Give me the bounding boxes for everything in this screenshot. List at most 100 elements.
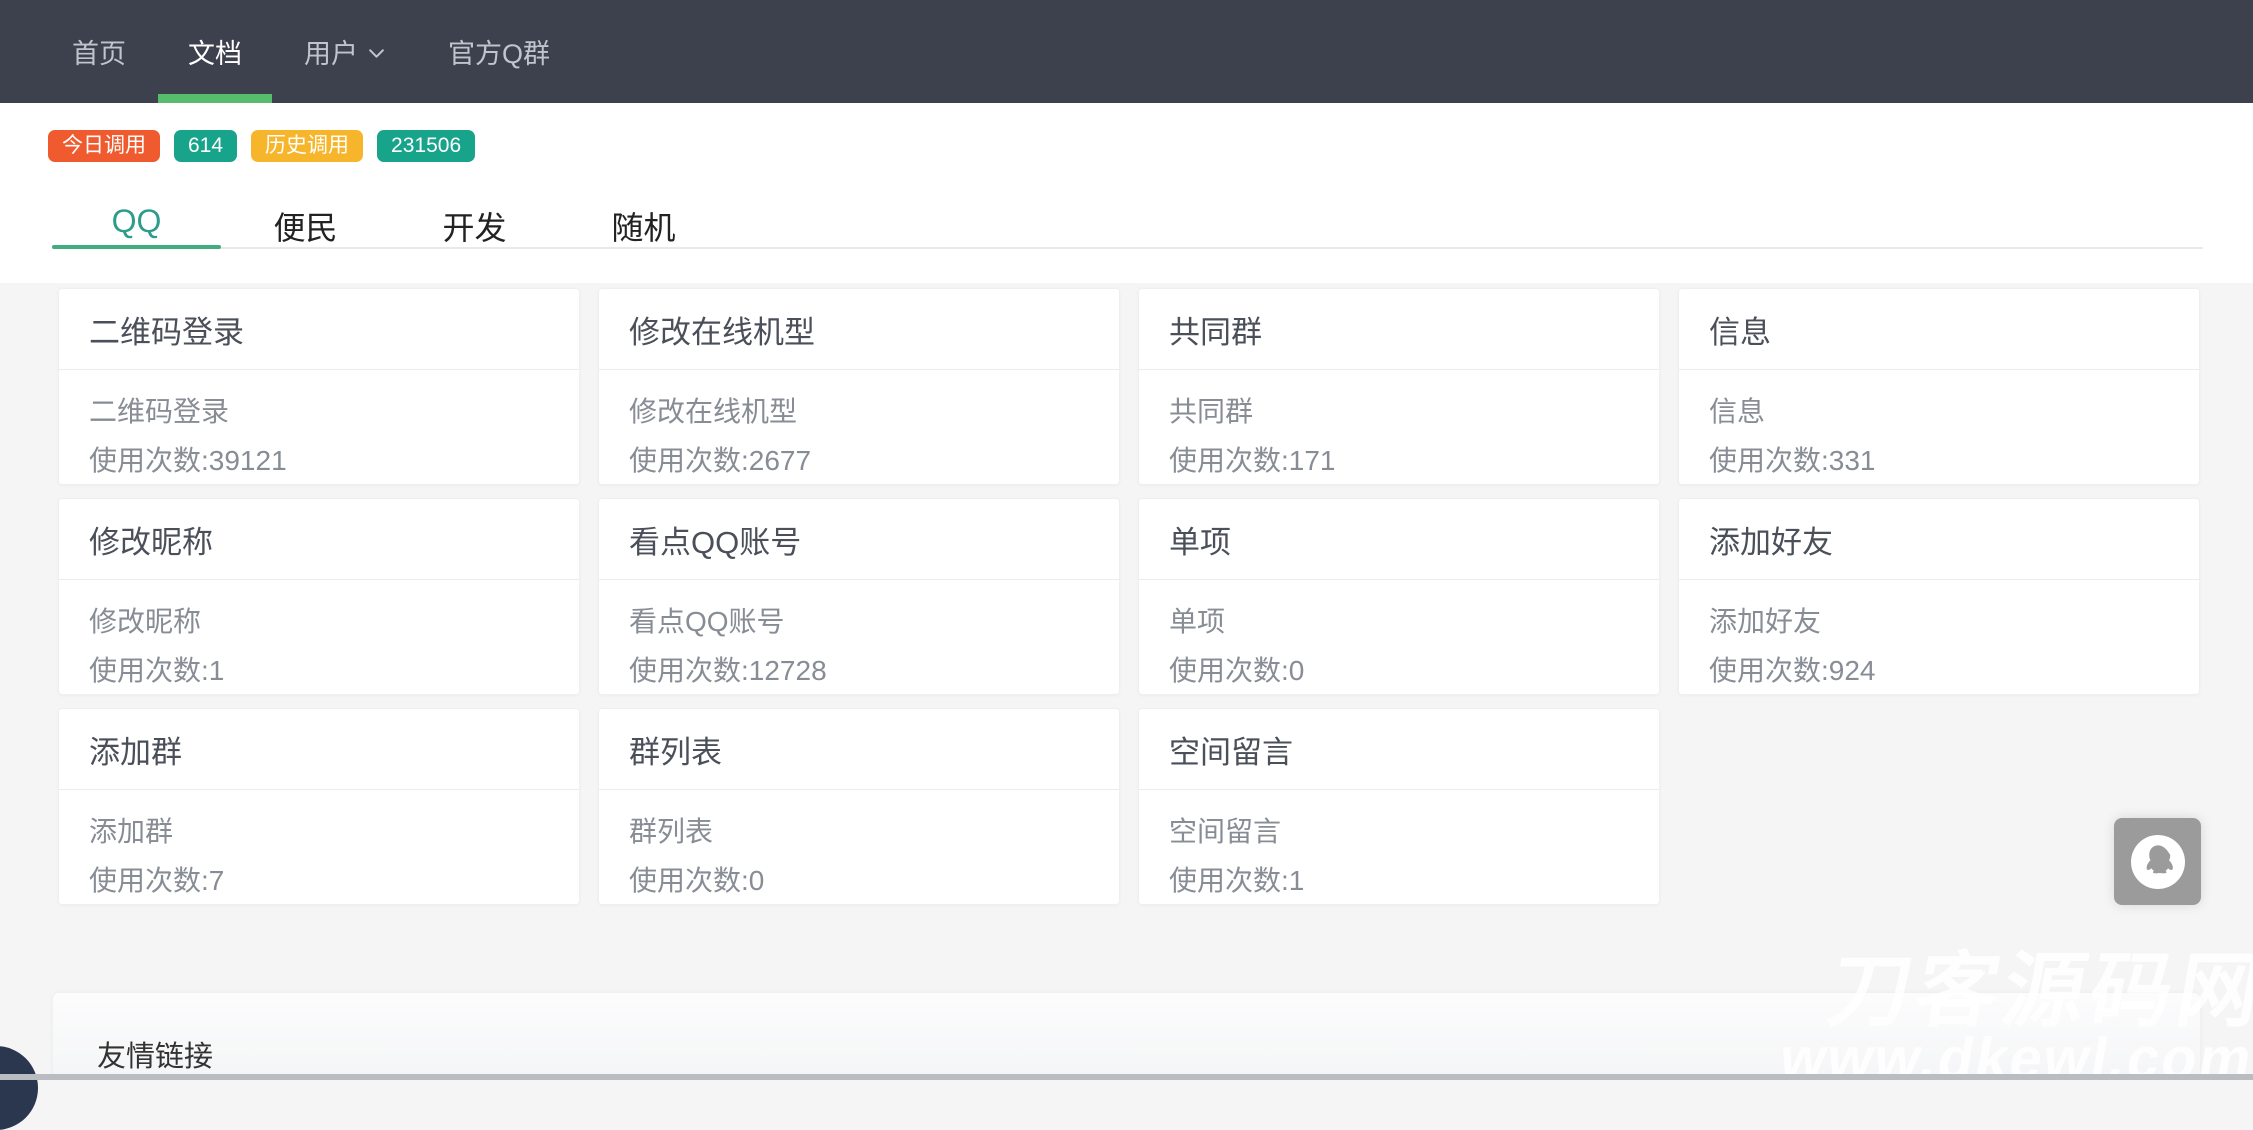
nav-item-home[interactable]: 首页 [72,0,126,103]
api-card-usage-count: 使用次数:0 [629,864,1089,898]
api-card[interactable]: 添加好友 添加好友 使用次数:924 [1678,498,2200,695]
qq-contact-button[interactable] [2114,818,2201,905]
api-card-header: 信息 [1679,289,2199,370]
api-card-usage-count: 使用次数:1 [1169,864,1629,898]
api-card-usage-count: 使用次数:924 [1709,654,2169,688]
api-card-body: 二维码登录 使用次数:39121 [59,370,579,478]
api-card-usage-count: 使用次数:2677 [629,444,1089,478]
api-card-description: 添加群 [89,815,549,849]
api-card-body: 添加群 使用次数:7 [59,790,579,898]
api-card-body: 群列表 使用次数:0 [599,790,1119,898]
tab-random[interactable]: 随机 [559,191,728,247]
api-card-description: 二维码登录 [89,395,549,429]
api-card-title: 添加好友 [1709,517,1833,562]
api-card[interactable]: 单项 单项 使用次数:0 [1138,498,1660,695]
qq-icon-circle [2131,835,2185,889]
nav-item-label: 文档 [188,32,242,71]
today-calls-value: 614 [174,130,237,162]
today-calls-label: 今日调用 [48,130,160,162]
api-card-usage-count: 使用次数:39121 [89,444,549,478]
api-card-header: 添加好友 [1679,499,2199,580]
api-card-description: 修改昵称 [89,605,549,639]
main-content: 二维码登录 二维码登录 使用次数:39121 修改在线机型 修改在线机型 使用次… [0,283,2253,1080]
api-card-description: 添加好友 [1709,605,2169,639]
api-card-description: 空间留言 [1169,815,1629,849]
api-card-header: 修改昵称 [59,499,579,580]
nav-item-label: 官方Q群 [448,32,550,71]
friend-links-panel: 友情链接 [53,993,2200,1080]
call-stats-badges: 今日调用 614 历史调用 231506 [48,130,475,162]
api-card-title: 看点QQ账号 [629,517,801,562]
stats-and-tabs-section: 今日调用 614 历史调用 231506 QQ 便民 开发 随机 [0,103,2253,283]
nav-item-label: 用户 [304,32,358,71]
bottom-edge-bar [0,1074,2253,1080]
api-card-description: 单项 [1169,605,1629,639]
api-card-description: 共同群 [1169,395,1629,429]
active-nav-indicator [158,94,272,103]
nav-item-label: 首页 [72,32,126,71]
api-card-header: 群列表 [599,709,1119,790]
api-card-description: 群列表 [629,815,1089,849]
api-card-usage-count: 使用次数:171 [1169,444,1629,478]
friend-links-title: 友情链接 [53,993,2200,1075]
history-calls-value: 231506 [377,130,475,162]
api-card-description: 修改在线机型 [629,395,1089,429]
api-card-header: 看点QQ账号 [599,499,1119,580]
api-card-description: 信息 [1709,395,2169,429]
api-card[interactable]: 看点QQ账号 看点QQ账号 使用次数:12728 [598,498,1120,695]
active-tab-underline [52,245,221,249]
api-card-body: 修改在线机型 使用次数:2677 [599,370,1119,478]
api-card-title: 修改昵称 [89,517,213,562]
api-card-header: 添加群 [59,709,579,790]
qq-penguin-icon [2137,841,2179,883]
api-card-title: 单项 [1169,517,1231,562]
api-card[interactable]: 二维码登录 二维码登录 使用次数:39121 [58,288,580,485]
api-card-header: 单项 [1139,499,1659,580]
api-card-grid: 二维码登录 二维码登录 使用次数:39121 修改在线机型 修改在线机型 使用次… [58,288,2200,905]
tab-label: QQ [112,203,162,239]
tab-development[interactable]: 开发 [390,191,559,247]
api-card[interactable]: 信息 信息 使用次数:331 [1678,288,2200,485]
api-card-body: 修改昵称 使用次数:1 [59,580,579,688]
api-card-body: 看点QQ账号 使用次数:12728 [599,580,1119,688]
api-card[interactable]: 添加群 添加群 使用次数:7 [58,708,580,905]
api-card[interactable]: 空间留言 空间留言 使用次数:1 [1138,708,1660,905]
nav-list: 首页 文档 用户 官方Q群 [72,0,612,103]
nav-item-official-qq-group[interactable]: 官方Q群 [448,0,550,103]
api-card-title: 信息 [1709,307,1771,352]
api-card-title: 修改在线机型 [629,307,815,352]
top-navbar: 首页 文档 用户 官方Q群 [0,0,2253,103]
api-card-body: 信息 使用次数:331 [1679,370,2199,478]
api-card-usage-count: 使用次数:331 [1709,444,2169,478]
api-card-title: 二维码登录 [89,307,244,352]
api-card-usage-count: 使用次数:0 [1169,654,1629,688]
api-card[interactable]: 群列表 群列表 使用次数:0 [598,708,1120,905]
chevron-down-icon [367,44,386,63]
api-card[interactable]: 共同群 共同群 使用次数:171 [1138,288,1660,485]
history-calls-label: 历史调用 [251,130,363,162]
tab-label: 随机 [611,210,675,246]
api-card[interactable]: 修改在线机型 修改在线机型 使用次数:2677 [598,288,1120,485]
api-card-title: 群列表 [629,727,722,772]
api-card-usage-count: 使用次数:1 [89,654,549,688]
api-card-header: 二维码登录 [59,289,579,370]
api-card-header: 空间留言 [1139,709,1659,790]
api-card-body: 空间留言 使用次数:1 [1139,790,1659,898]
nav-item-user[interactable]: 用户 [304,0,386,103]
api-card-title: 添加群 [89,727,182,772]
api-card-usage-count: 使用次数:7 [89,864,549,898]
category-tabs: QQ 便民 开发 随机 [52,191,2203,249]
tab-qq[interactable]: QQ [52,191,221,247]
api-card-header: 修改在线机型 [599,289,1119,370]
tab-label: 便民 [273,210,337,246]
api-card-title: 空间留言 [1169,727,1293,772]
api-card-body: 单项 使用次数:0 [1139,580,1659,688]
nav-item-docs[interactable]: 文档 [188,0,242,103]
api-card-body: 共同群 使用次数:171 [1139,370,1659,478]
tab-convenience[interactable]: 便民 [221,191,390,247]
api-card-body: 添加好友 使用次数:924 [1679,580,2199,688]
api-card-usage-count: 使用次数:12728 [629,654,1089,688]
api-card-description: 看点QQ账号 [629,605,1089,639]
api-card-title: 共同群 [1169,307,1262,352]
api-card[interactable]: 修改昵称 修改昵称 使用次数:1 [58,498,580,695]
